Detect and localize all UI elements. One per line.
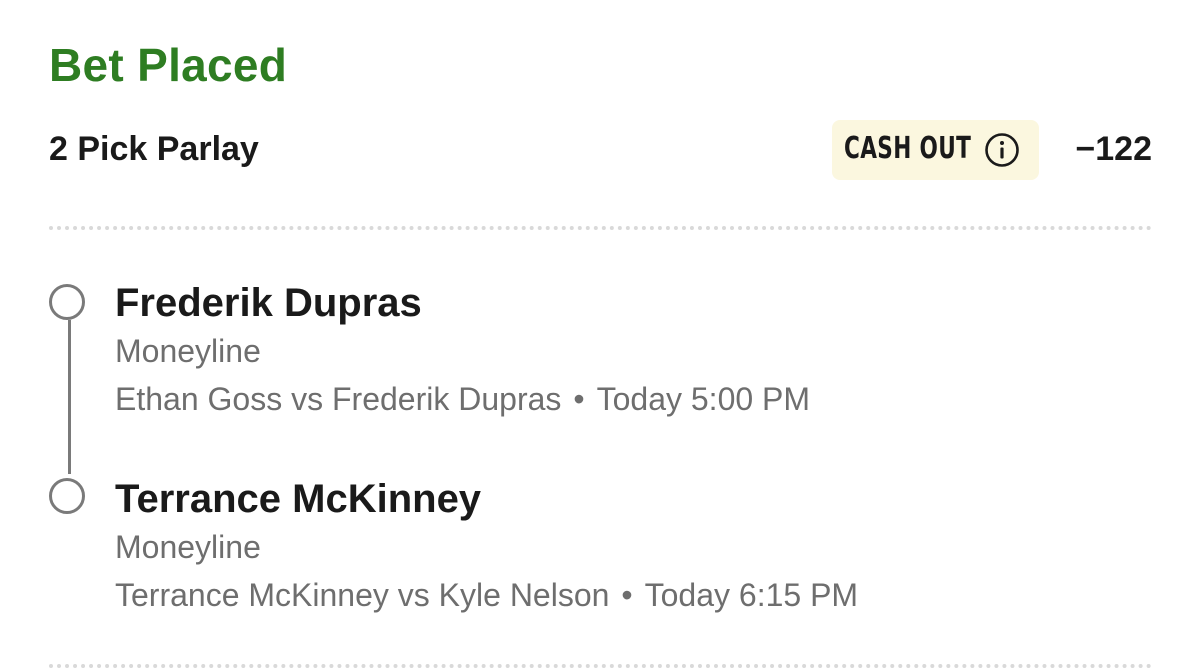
leg-selection: Frederik Dupras (115, 281, 422, 325)
leg-market: Moneyline (115, 529, 261, 565)
bet-type-label: 2 Pick Parlay (49, 130, 259, 168)
leg-start-time: Today 6:15 PM (644, 577, 859, 613)
leg-timeline-connector (68, 320, 71, 474)
leg-start-time: Today 5:00 PM (596, 381, 811, 417)
leg-status-circle-icon (49, 284, 85, 320)
cash-out-label: CASH OUT (844, 131, 972, 166)
leg-matchup: Ethan Goss vs Frederik Dupras (115, 381, 562, 417)
section-divider (49, 664, 1152, 668)
parlay-odds: −122 (1075, 130, 1152, 168)
leg-selection: Terrance McKinney (115, 477, 482, 521)
leg-matchup: Terrance McKinney vs Kyle Nelson (115, 577, 610, 613)
cash-out-button[interactable]: CASH OUT (832, 120, 1039, 180)
bullet-separator: • (573, 381, 585, 417)
leg-matchup-line: Terrance McKinney vs Kyle Nelson • Today 6… (115, 571, 858, 619)
leg-matchup-line: Ethan Goss vs Frederik Dupras • Today 5:00… (115, 375, 810, 423)
leg-status-circle-icon (49, 478, 85, 514)
parlay-leg: Frederik Dupras Moneyline Ethan Goss vs … (115, 279, 810, 423)
bullet-separator: • (621, 577, 633, 613)
bet-summary-row: 2 Pick Parlay CASH OUT −122 (49, 118, 1152, 182)
info-icon[interactable] (984, 132, 1020, 168)
section-divider (49, 226, 1152, 230)
bet-status-title: Bet Placed (49, 39, 288, 91)
leg-market: Moneyline (115, 333, 261, 369)
parlay-leg: Terrance McKinney Moneyline Terrance McK… (115, 475, 858, 619)
